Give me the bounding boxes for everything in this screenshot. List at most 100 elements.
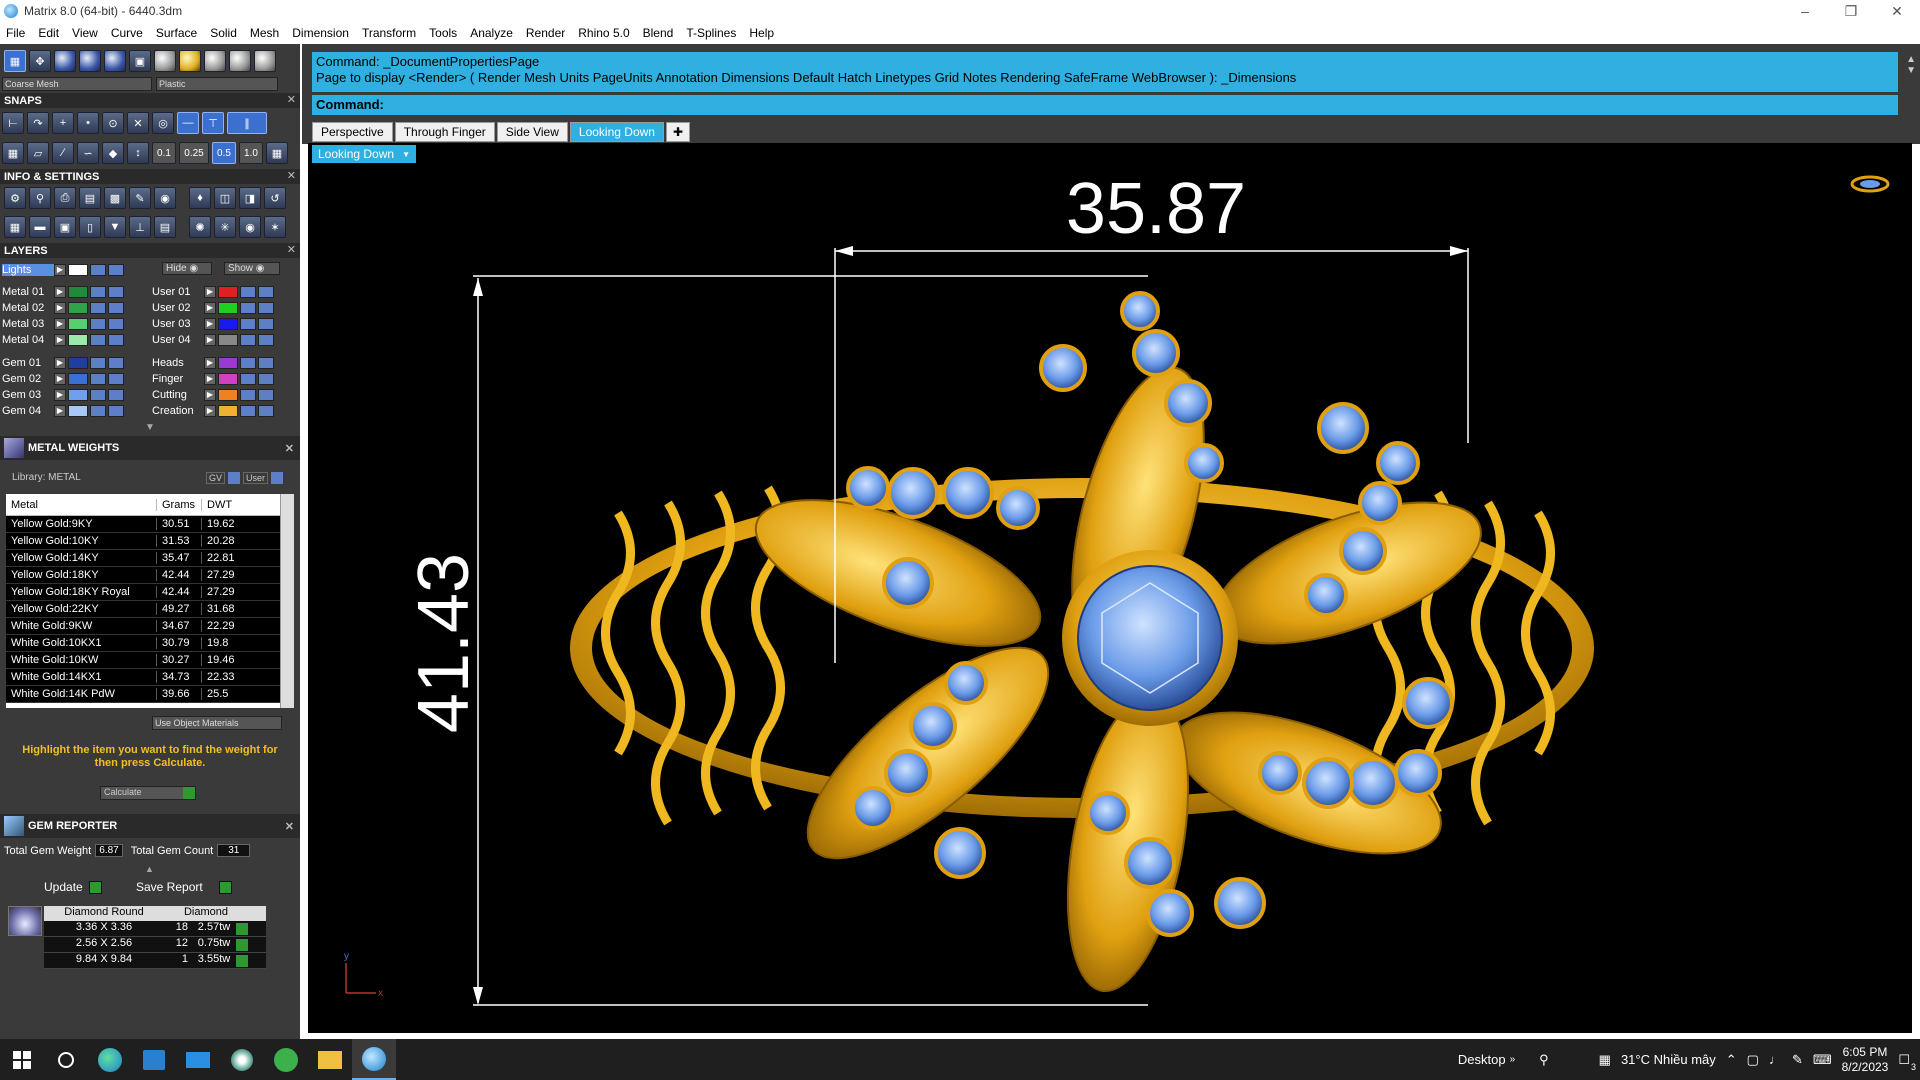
layer-row[interactable]: Metal 04 ▶ — [2, 332, 124, 347]
move-icon[interactable]: ✥ — [29, 50, 51, 72]
layer-lock-icon[interactable] — [240, 372, 256, 385]
layer-visible-icon[interactable] — [258, 317, 274, 330]
tray-expand-icon[interactable]: ⌃ — [1726, 1052, 1737, 1068]
material-silver-icon[interactable] — [204, 50, 226, 72]
layer-row[interactable]: Metal 03 ▶ — [2, 316, 124, 331]
save-report-button[interactable]: Save Report — [136, 880, 232, 894]
layer-row[interactable]: Finger ▶ — [152, 371, 274, 386]
layer-arrow-icon[interactable]: ▶ — [204, 317, 216, 330]
layer-visible-icon[interactable] — [108, 372, 124, 385]
camera-icon[interactable]: ◉ — [239, 216, 261, 238]
settings-icon[interactable]: ⚙ — [4, 187, 26, 209]
table-row[interactable]: White Gold:10KX1 30.79 19.8 — [6, 635, 294, 652]
snap-project-icon[interactable]: ↕ — [127, 142, 149, 164]
edge-browser-icon[interactable] — [88, 1039, 132, 1080]
use-object-materials-checkbox[interactable]: Use Object Materials — [152, 716, 282, 730]
layer-color-swatch[interactable] — [218, 285, 238, 298]
layer-visible-icon[interactable] — [108, 317, 124, 330]
snap-value-05[interactable]: 0.5 — [212, 142, 236, 164]
table-row[interactable]: Yellow Gold:18KY 42.44 27.29 — [6, 567, 294, 584]
file-explorer-icon[interactable] — [308, 1039, 352, 1080]
layer-arrow-icon[interactable]: ▶ — [54, 285, 66, 298]
metal-weights-scrollbar[interactable] — [280, 494, 294, 708]
rendered-mode-icon[interactable] — [79, 50, 101, 72]
user-toggle[interactable]: User — [243, 472, 269, 484]
menu-file[interactable]: File — [6, 26, 25, 40]
notes-icon[interactable]: ▤ — [154, 216, 176, 238]
layer-lock-icon[interactable] — [90, 317, 106, 330]
update-button[interactable]: Update — [44, 880, 102, 894]
layer-color-swatch[interactable] — [218, 317, 238, 330]
layer-color-swatch[interactable] — [68, 333, 88, 346]
filter-icon[interactable]: ▼ — [104, 216, 126, 238]
layer-visible-icon[interactable] — [258, 333, 274, 346]
zoom-icon[interactable]: ⚲ — [29, 187, 51, 209]
table-row[interactable]: White Gold:14K PdW 39.66 25.5 — [6, 686, 294, 703]
snap-vertex-icon[interactable]: ∕ — [52, 142, 74, 164]
keyboard-icon[interactable]: ⌨ — [1813, 1052, 1832, 1068]
snap-ortho-icon[interactable]: ∥ — [227, 112, 267, 134]
layer-row[interactable]: Creation ▶ — [152, 403, 274, 418]
gv-toggle[interactable]: GV — [206, 472, 226, 484]
layer-visible-icon[interactable] — [258, 388, 274, 401]
material-select[interactable]: Plastic — [156, 77, 278, 91]
weather-text[interactable]: 31°C Nhiều mây — [1621, 1052, 1716, 1067]
layer-visible-icon[interactable] — [108, 333, 124, 346]
layer-arrow-icon[interactable]: ▶ — [54, 333, 66, 346]
snap-curve-icon[interactable]: ∽ — [77, 142, 99, 164]
menu-mesh[interactable]: Mesh — [250, 26, 279, 40]
command-input[interactable]: Command: — [312, 95, 1898, 115]
close-metal-weights-icon[interactable]: ✕ — [285, 442, 294, 455]
clock[interactable]: 6:05 PM 8/2/2023 — [1842, 1045, 1889, 1075]
col-grams[interactable]: Grams — [156, 498, 201, 511]
green-app-icon[interactable] — [264, 1039, 308, 1080]
layer-visible-icon[interactable] — [258, 301, 274, 314]
palette-icon[interactable]: ◉ — [154, 187, 176, 209]
layer-color-swatch[interactable] — [68, 388, 88, 401]
table-row[interactable]: White Gold:9KW 34.67 22.29 — [6, 618, 294, 635]
table-row[interactable]: Yellow Gold:9KY 30.51 19.62 — [6, 516, 294, 533]
layer-arrow-icon[interactable]: ▶ — [204, 301, 216, 314]
snap-plane-icon[interactable]: ▱ — [27, 142, 49, 164]
table-row[interactable]: White Gold:14KX1 34.73 22.33 — [6, 669, 294, 686]
fan-app-icon[interactable] — [220, 1039, 264, 1080]
gem-row-go-icon[interactable] — [236, 923, 248, 935]
menu-dimension[interactable]: Dimension — [292, 26, 349, 40]
snap-tan-icon[interactable]: — — [177, 112, 199, 134]
matrix-taskbar-icon[interactable] — [352, 1039, 396, 1080]
layer-arrow-icon[interactable]: ▶ — [204, 404, 216, 417]
screenshot-icon[interactable]: ▣ — [129, 50, 151, 72]
gem-row-go-icon[interactable] — [236, 955, 248, 967]
snap-grid-icon[interactable]: ▦ — [2, 142, 24, 164]
menu-surface[interactable]: Surface — [156, 26, 197, 40]
chevron-icon[interactable]: » — [1510, 1054, 1516, 1065]
table-row[interactable]: Yellow Gold:18KY Royal 42.44 27.29 — [6, 584, 294, 601]
layer-color-swatch[interactable] — [218, 356, 238, 369]
menu-solid[interactable]: Solid — [210, 26, 237, 40]
layer-lock-icon[interactable] — [240, 388, 256, 401]
layer-color-swatch[interactable] — [68, 404, 88, 417]
tab-looking-down[interactable]: Looking Down — [569, 122, 664, 142]
box-icon[interactable]: ▣ — [54, 216, 76, 238]
close-window-button[interactable]: ✕ — [1874, 0, 1920, 22]
layer-row[interactable]: Cutting ▶ — [152, 387, 274, 402]
layer-color-swatch[interactable] — [218, 333, 238, 346]
window-tile-icon[interactable]: ◫ — [214, 187, 236, 209]
grid-display-icon[interactable]: ▦ — [4, 50, 26, 72]
dimension-height-label[interactable]: 41.43 — [404, 553, 484, 733]
history-icon[interactable]: ↺ — [264, 187, 286, 209]
layer-lock-icon[interactable] — [90, 388, 106, 401]
menu-tools[interactable]: Tools — [429, 26, 457, 40]
tab-perspective[interactable]: Perspective — [312, 122, 393, 142]
snap-value-10[interactable]: 1.0 — [239, 142, 263, 164]
layer-row-lights[interactable]: Lights ▶ — [2, 262, 124, 277]
hide-all-button[interactable]: Hide ◉ — [162, 262, 212, 275]
people-icon[interactable]: ⚲ — [1539, 1052, 1549, 1068]
layer-arrow-icon[interactable]: ▶ — [54, 301, 66, 314]
layer-arrow-icon[interactable]: ▶ — [204, 356, 216, 369]
material-gem-icon[interactable] — [229, 50, 251, 72]
menu-view[interactable]: View — [72, 26, 98, 40]
layer-manager-icon[interactable]: ▤ — [79, 187, 101, 209]
layer-color-swatch[interactable] — [218, 404, 238, 417]
layer-color-swatch[interactable] — [218, 301, 238, 314]
